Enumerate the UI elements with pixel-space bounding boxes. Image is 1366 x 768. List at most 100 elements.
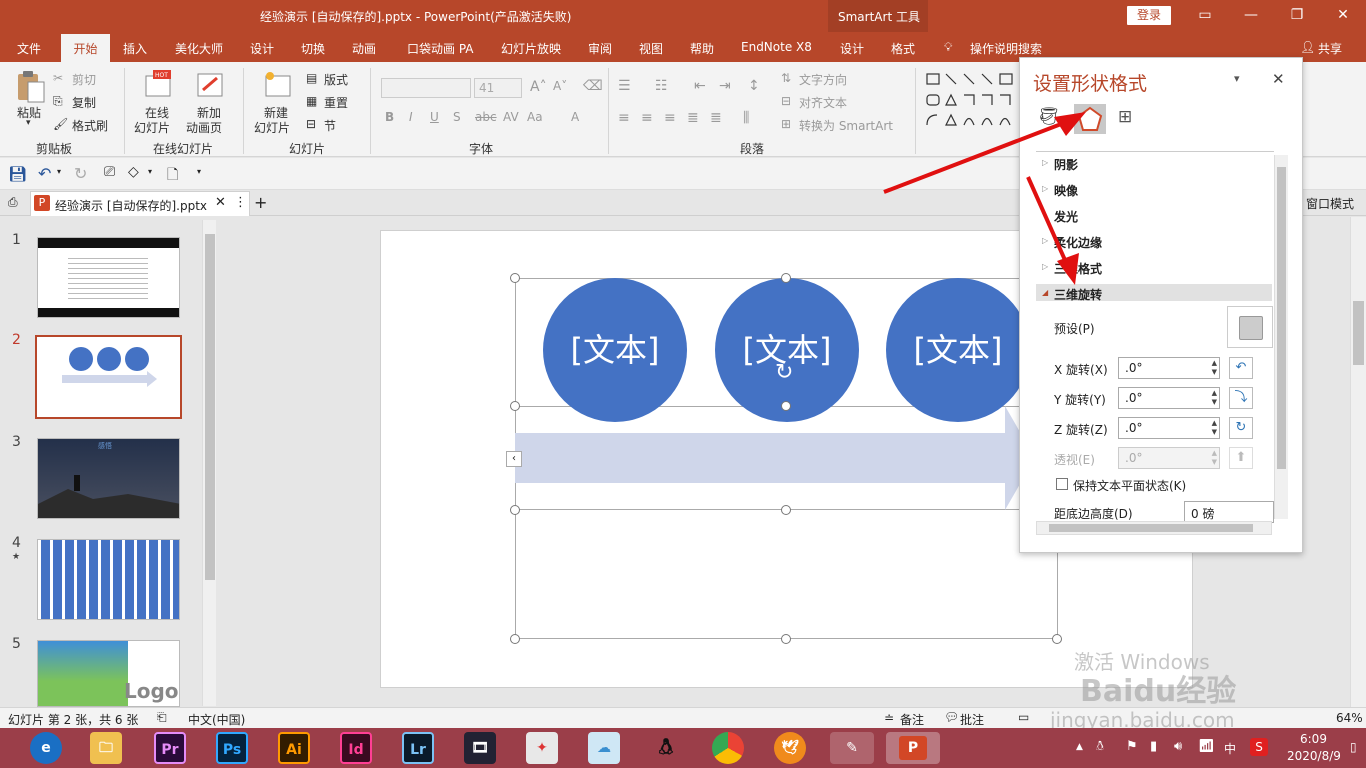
app-premiere[interactable]: Pr <box>154 732 186 764</box>
notes-icon[interactable]: ≐ <box>884 711 894 725</box>
spinner-arrows-icon[interactable]: ▲ ▼ <box>1212 359 1217 377</box>
comments-button[interactable]: 批注 <box>960 711 984 728</box>
section-reflection[interactable]: 映像 <box>1054 182 1078 199</box>
slide-thumbnail-4[interactable] <box>37 539 180 620</box>
notes-button[interactable]: 备注 <box>900 711 924 728</box>
chrome-icon[interactable] <box>712 732 744 764</box>
new-slide-button-line2[interactable]: 幻灯片 <box>254 119 290 136</box>
slide-thumbnail-1[interactable] <box>37 237 180 318</box>
section-icon[interactable]: ⊟ <box>306 117 316 131</box>
align-center-icon[interactable]: ≡ <box>641 110 653 126</box>
browser-icon[interactable]: e <box>30 732 62 764</box>
align-left-icon[interactable]: ≡ <box>618 110 630 126</box>
undo-dropdown-icon[interactable]: ▾ <box>57 167 61 176</box>
tab-view[interactable]: 视图 <box>639 40 663 57</box>
tray-expand-icon[interactable]: ▲ <box>1076 742 1083 752</box>
underline-icon[interactable]: U <box>430 110 439 124</box>
copy-icon[interactable]: ⎘ <box>53 94 63 109</box>
keep-text-flat-checkbox[interactable] <box>1056 478 1068 490</box>
slide-thumbnail-3[interactable]: 感悟 <box>37 438 180 519</box>
copy-button[interactable]: 复制 <box>72 94 96 111</box>
bold-icon[interactable]: B <box>385 110 394 124</box>
notepad-app-icon[interactable]: ✎ <box>830 732 874 764</box>
slideshow-start-icon[interactable]: ⎚ <box>104 164 115 180</box>
tab-help[interactable]: 帮助 <box>690 40 714 57</box>
circle-shape-1[interactable]: [文本] <box>543 278 687 422</box>
close-icon[interactable]: ✕ <box>1328 4 1358 26</box>
tab-meihua[interactable]: 美化大师 <box>175 40 223 57</box>
app-indesign[interactable]: Id <box>340 732 372 764</box>
clock-date[interactable]: 2020/8/9 <box>1287 749 1341 763</box>
login-button[interactable]: 登录 <box>1127 6 1171 25</box>
cut-button[interactable]: 剪切 <box>72 71 96 88</box>
rotate-clockwise-icon[interactable]: ↻ <box>1229 417 1253 439</box>
pane-options-icon[interactable]: ▾ <box>1234 72 1240 85</box>
new-anim-page-button-line2[interactable]: 动画页 <box>186 119 222 136</box>
reset-icon[interactable]: ▦ <box>306 94 317 108</box>
cat-app-icon[interactable]: ☁ <box>588 732 620 764</box>
shape-icon[interactable]: ◇ <box>128 164 139 180</box>
decrease-indent-icon[interactable]: ⇤ <box>694 78 706 94</box>
rotate-down-icon[interactable]: ⤵ <box>1229 387 1253 409</box>
normal-view-icon[interactable]: ▭ <box>1018 710 1029 724</box>
video-editor-icon[interactable]: 🎞︎ <box>464 732 496 764</box>
tray-battery-icon[interactable]: ▮ <box>1150 739 1157 754</box>
tab-pocket-anim[interactable]: 口袋动画 PA <box>407 40 474 57</box>
tray-flag-icon[interactable]: ⚑ <box>1126 739 1138 754</box>
change-case-icon[interactable]: Aa <box>527 110 543 124</box>
section-button[interactable]: 节 <box>324 117 336 134</box>
new-anim-page-icon[interactable] <box>195 70 225 100</box>
tab-file[interactable]: 文件 <box>17 40 41 57</box>
accessibility-icon[interactable]: ⎗ <box>157 710 167 725</box>
sogou-ime-icon[interactable]: S <box>1250 738 1268 756</box>
x-rotation-input[interactable]: .0° ▲ ▼ <box>1118 357 1220 379</box>
save-icon[interactable]: 💾︎ <box>8 165 27 183</box>
format-painter-icon[interactable]: 🖌︎ <box>53 117 68 131</box>
format-painter-button[interactable]: 格式刷 <box>72 117 108 134</box>
tab-insert[interactable]: 插入 <box>123 40 147 57</box>
bird-app-icon[interactable]: 🕊︎ <box>774 732 806 764</box>
numbering-icon[interactable]: ☷ <box>655 78 668 94</box>
resize-handle[interactable] <box>510 505 520 515</box>
scissors-icon[interactable]: ✂ <box>53 71 63 85</box>
app-illustrator[interactable]: Ai <box>278 732 310 764</box>
minimize-icon[interactable]: — <box>1236 4 1266 26</box>
new-tab-icon[interactable]: + <box>254 193 267 212</box>
file-explorer-icon[interactable]: 🗀︎ <box>90 732 122 764</box>
line-spacing-icon[interactable]: ↕ <box>748 78 760 94</box>
spinner-arrows-icon[interactable]: ▲ ▼ <box>1212 419 1217 437</box>
text-direction-icon[interactable]: ⇅ <box>781 71 791 85</box>
grow-font-icon[interactable]: A˄ <box>530 79 547 95</box>
slide-thumbnail-2[interactable] <box>35 335 182 419</box>
pane-scroll-thumb[interactable] <box>1277 167 1286 469</box>
maximize-icon[interactable]: ❐ <box>1282 4 1312 26</box>
notifications-icon[interactable]: ▯ <box>1350 740 1357 754</box>
comments-icon[interactable]: 💬︎ <box>944 710 959 724</box>
online-slides-button-line2[interactable]: 幻灯片 <box>134 119 170 136</box>
share-button[interactable]: 共享 <box>1318 40 1342 57</box>
tab-review[interactable]: 审阅 <box>588 40 612 57</box>
resize-handle[interactable] <box>510 634 520 644</box>
resize-handle[interactable] <box>510 401 520 411</box>
preset-dropdown[interactable] <box>1227 306 1273 348</box>
thumbnail-scrollbar[interactable] <box>202 220 216 706</box>
paste-icon[interactable] <box>14 70 48 104</box>
customize-qat-icon[interactable]: ▾ <box>197 167 201 176</box>
document-tab[interactable]: P 经验演示 [自动保存的].pptx ✕ ⋮ <box>30 191 250 216</box>
more-options-icon[interactable]: ⋮ <box>234 195 247 210</box>
resize-handle[interactable] <box>781 401 791 411</box>
resize-handle[interactable] <box>781 273 791 283</box>
reset-button[interactable]: 重置 <box>324 94 348 111</box>
tab-home[interactable]: 开始 <box>61 34 110 62</box>
new-slide-icon[interactable] <box>262 70 292 100</box>
align-text-icon[interactable]: ⊟ <box>781 94 791 108</box>
resize-handle[interactable] <box>510 273 520 283</box>
shrink-font-icon[interactable]: A˅ <box>553 79 567 93</box>
layout-icon[interactable]: ▤ <box>306 71 317 85</box>
convert-smartart-icon[interactable]: ⊞ <box>781 117 791 131</box>
new-doc-icon[interactable]: 🗋︎ <box>167 164 178 188</box>
spinner-arrows-icon[interactable]: ▲ ▼ <box>1212 389 1217 407</box>
shadow-icon[interactable]: S <box>453 110 461 124</box>
pinwheel-app-icon[interactable]: ✦ <box>526 732 558 764</box>
tray-volume-icon[interactable]: 🔊︎ <box>1174 739 1182 754</box>
